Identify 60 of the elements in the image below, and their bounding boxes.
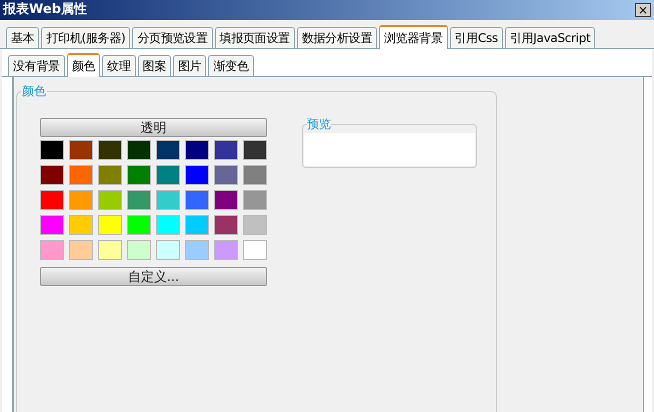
color-swatch[interactable] (127, 164, 151, 184)
tab[interactable]: 引用JavaScript (504, 26, 596, 48)
color-swatch[interactable] (243, 140, 267, 160)
color-swatch[interactable] (243, 214, 267, 234)
tab[interactable]: 数据分析设置 (296, 26, 377, 48)
color-swatch[interactable] (40, 140, 64, 160)
tab[interactable]: 没有背景 (8, 54, 65, 76)
color-swatch[interactable] (214, 140, 238, 160)
color-swatch[interactable] (69, 240, 93, 260)
transparent-button[interactable]: 透明 (40, 118, 267, 136)
color-swatch[interactable] (69, 190, 93, 210)
color-swatch[interactable] (156, 214, 180, 234)
color-swatch[interactable] (69, 214, 93, 234)
color-swatch[interactable] (69, 164, 93, 184)
tab[interactable]: 分页预览设置 (132, 26, 213, 48)
tab[interactable]: 渐变色 (208, 54, 254, 76)
tab[interactable]: 基本 (6, 26, 40, 48)
close-button[interactable]: × (635, 2, 651, 17)
color-swatch[interactable] (98, 190, 122, 210)
group-title: 颜色 (21, 82, 47, 98)
color-swatch[interactable] (185, 190, 209, 210)
color-swatch[interactable] (156, 190, 180, 210)
color-swatch[interactable] (214, 240, 238, 260)
custom-color-button[interactable]: 自定义... (40, 266, 267, 286)
color-swatch[interactable] (40, 190, 64, 210)
color-swatch[interactable] (214, 190, 238, 210)
tab[interactable]: 颜色 (66, 52, 100, 76)
color-swatch[interactable] (127, 214, 151, 234)
color-swatch[interactable] (185, 164, 209, 184)
color-swatch[interactable] (98, 140, 122, 160)
color-swatch[interactable] (185, 214, 209, 234)
tab[interactable]: 浏览器背景 (378, 24, 448, 48)
tab[interactable]: 填报页面设置 (214, 26, 295, 48)
tab[interactable]: 纹理 (102, 54, 136, 76)
tab[interactable]: 图片 (173, 54, 206, 76)
tab[interactable]: 引用Css (450, 26, 503, 48)
color-swatch[interactable] (243, 240, 267, 260)
window-title: 报表Web属性 (3, 1, 87, 19)
color-swatch[interactable] (214, 214, 238, 234)
color-swatch[interactable] (185, 240, 209, 260)
tab[interactable]: 打印机(服务器) (41, 26, 130, 48)
color-swatch[interactable] (98, 214, 122, 234)
preview-title: 预览 (307, 116, 331, 132)
color-swatch[interactable] (156, 140, 180, 160)
color-swatch[interactable] (127, 190, 151, 210)
color-swatch[interactable] (214, 164, 238, 184)
color-swatch[interactable] (127, 140, 151, 160)
color-swatch[interactable] (40, 164, 64, 184)
tab[interactable]: 图案 (138, 54, 172, 76)
color-swatch[interactable] (98, 164, 122, 184)
color-swatch[interactable] (156, 240, 180, 260)
color-swatch[interactable] (185, 140, 209, 160)
color-swatch[interactable] (127, 240, 151, 260)
color-swatch[interactable] (156, 164, 180, 184)
color-swatch[interactable] (69, 140, 93, 160)
color-swatch[interactable] (98, 240, 122, 260)
color-swatch[interactable] (243, 190, 267, 210)
color-swatch[interactable] (243, 164, 267, 184)
color-swatch[interactable] (40, 240, 64, 260)
color-swatch[interactable] (40, 214, 64, 234)
